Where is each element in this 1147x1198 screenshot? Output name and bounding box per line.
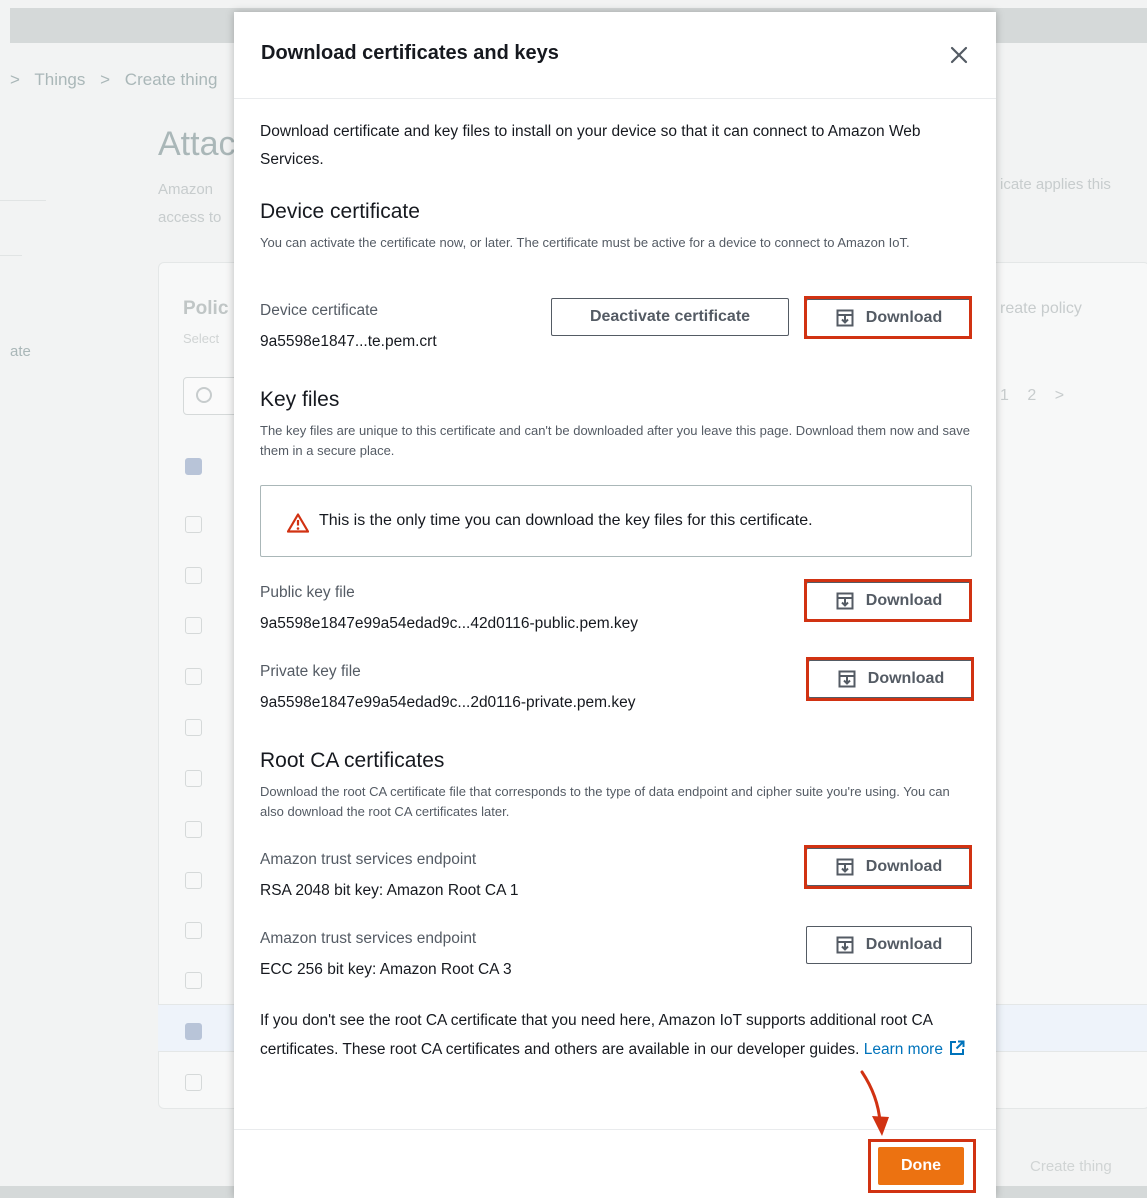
modal-title: Download certificates and keys [261, 42, 559, 64]
row-checkbox[interactable] [185, 567, 202, 584]
page-description-line: access to [158, 209, 222, 226]
row-checkbox[interactable] [185, 922, 202, 939]
breadcrumb-item-create-thing[interactable]: Create thing [125, 70, 218, 89]
deactivate-certificate-label: Deactivate certificate [589, 308, 751, 325]
download-root-ca1-button[interactable]: Download [806, 848, 972, 886]
learn-more-label: Learn more [863, 1040, 943, 1058]
warning-alert: This is the only time you can download t… [260, 485, 972, 557]
modal-intro-text: Download certificate and key files to in… [260, 123, 921, 168]
row-checkbox[interactable] [185, 617, 202, 634]
public-key-label: Public key file [260, 584, 355, 601]
deactivate-certificate-button[interactable]: Deactivate certificate [551, 298, 789, 336]
root-ca1-label: Amazon trust services endpoint [260, 851, 477, 868]
select-all-checkbox[interactable] [185, 458, 202, 475]
policies-heading: Polic [183, 298, 229, 319]
download-device-certificate-button[interactable]: Download [806, 299, 972, 337]
private-key-filename: 9a5598e1847e99a54edad9c...2d0116-private… [260, 694, 636, 711]
private-key-label: Private key file [260, 663, 361, 680]
device-certificate-label: Device certificate [260, 302, 379, 319]
download-icon [836, 309, 854, 327]
sidebar-divider [0, 200, 46, 201]
download-label: Download [867, 670, 945, 687]
public-key-filename: 9a5598e1847e99a54edad9c...42d0116-public… [260, 615, 639, 632]
download-public-key-button[interactable]: Download [806, 582, 972, 620]
row-checkbox-checked[interactable] [185, 1023, 202, 1040]
device-certificate-description: You can activate the certificate now, or… [260, 235, 910, 250]
root-ca-description: Download the root CA certificate file th… [260, 784, 950, 819]
create-thing-button[interactable]: Create thing [1030, 1158, 1112, 1175]
root-ca3-label: Amazon trust services endpoint [260, 930, 477, 947]
close-icon [950, 46, 968, 64]
root-ca1-value: RSA 2048 bit key: Amazon Root CA 1 [260, 882, 519, 899]
row-checkbox[interactable] [185, 516, 202, 533]
device-certificate-filename: 9a5598e1847...te.pem.crt [260, 333, 437, 350]
warning-text: This is the only time you can download t… [319, 512, 813, 529]
search-icon [196, 387, 212, 403]
external-link-icon [949, 1040, 965, 1055]
page-description-line: Amazon [158, 181, 214, 198]
close-button[interactable] [944, 40, 974, 70]
download-label: Download [865, 592, 943, 609]
page-description-tail: icate applies this [1000, 176, 1111, 193]
row-checkbox[interactable] [185, 668, 202, 685]
breadcrumb-separator: > [10, 70, 20, 89]
row-checkbox[interactable] [185, 872, 202, 889]
sidebar-item[interactable]: ate [10, 343, 31, 360]
download-label: Download [865, 858, 943, 875]
sidebar-divider [0, 255, 22, 256]
download-root-ca3-button[interactable]: Download [806, 926, 972, 964]
download-icon [836, 936, 854, 954]
breadcrumb-item-things[interactable]: Things [34, 70, 85, 89]
policies-subtext: Select [183, 331, 220, 346]
row-checkbox[interactable] [185, 770, 202, 787]
row-checkbox[interactable] [185, 719, 202, 736]
page-description: Amazon access to [158, 176, 221, 232]
modal-footer-divider [234, 1129, 996, 1130]
done-button[interactable]: Done [878, 1147, 964, 1185]
download-icon [838, 670, 856, 688]
download-private-key-button[interactable]: Download [808, 660, 974, 698]
learn-more-link[interactable]: Learn more [863, 1040, 965, 1058]
breadcrumb-separator: > [100, 70, 111, 89]
download-certificates-modal: Download certificates and keys Download … [234, 12, 996, 1198]
download-icon [836, 858, 854, 876]
row-checkbox[interactable] [185, 1074, 202, 1091]
root-ca-heading: Root CA certificates [260, 749, 445, 772]
device-certificate-heading: Device certificate [260, 200, 420, 223]
warning-icon [287, 513, 309, 533]
modal-header: Download certificates and keys [234, 12, 996, 99]
download-icon [836, 592, 854, 610]
row-checkbox[interactable] [185, 972, 202, 989]
key-files-heading: Key files [260, 388, 340, 411]
download-label: Download [865, 309, 943, 326]
row-checkbox[interactable] [185, 821, 202, 838]
key-files-description: The key files are unique to this certifi… [260, 423, 970, 458]
download-label: Download [865, 936, 943, 953]
pagination[interactable]: 1 2 > [1000, 387, 1064, 405]
footer-note-text: If you don't see the root CA certificate… [260, 1012, 933, 1058]
create-policy-button[interactable]: reate policy [1000, 300, 1082, 318]
root-ca3-value: ECC 256 bit key: Amazon Root CA 3 [260, 961, 512, 978]
root-ca-footer-note: If you don't see the root CA certificate… [260, 1007, 976, 1064]
breadcrumb: > Things > Create thing [10, 70, 227, 90]
